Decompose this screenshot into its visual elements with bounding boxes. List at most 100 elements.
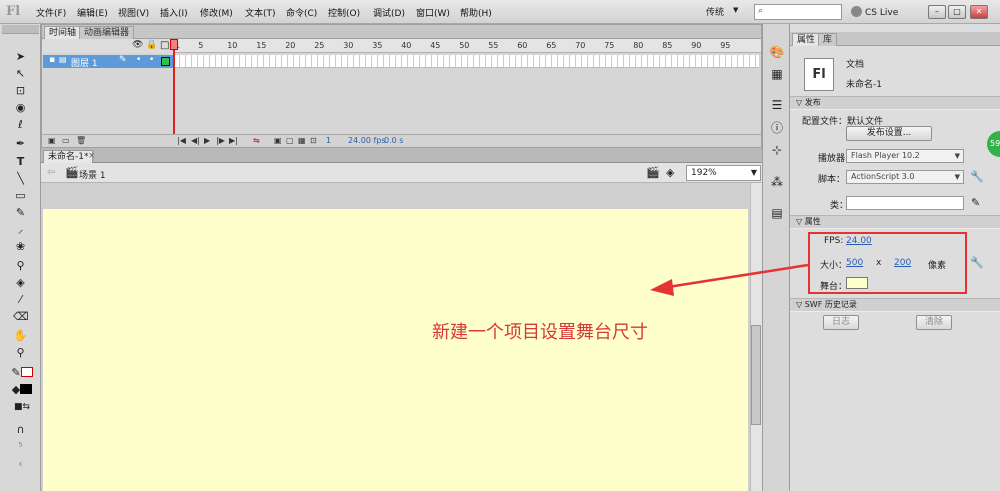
chevron-down-icon[interactable]: ▼	[733, 6, 738, 14]
onion-markers-icon[interactable]: ⊡	[310, 136, 317, 145]
outline-icon[interactable]: □	[160, 40, 169, 51]
motion-presets-icon[interactable]: ▤	[769, 205, 785, 221]
publish-settings-button[interactable]: 发布设置...	[846, 126, 932, 141]
pencil-icon[interactable]: ✎	[971, 196, 980, 209]
paint-bucket-icon[interactable]: ◈	[13, 275, 28, 290]
close-button[interactable]: ✕	[970, 5, 988, 19]
smooth-icon[interactable]: ⁵	[13, 439, 28, 454]
menu-insert[interactable]: 插入(I)	[160, 6, 188, 19]
rectangle-tool-icon[interactable]: ▭	[13, 188, 28, 203]
menu-help[interactable]: 帮助(H)	[460, 6, 492, 19]
eye-icon[interactable]: 👁	[132, 40, 143, 50]
tab-timeline[interactable]: 时间轴	[44, 26, 82, 39]
straighten-icon[interactable]: ‹	[13, 456, 28, 471]
new-layer-icon[interactable]: ▣	[48, 136, 56, 145]
back-arrow-icon[interactable]: ⇦	[47, 167, 55, 178]
player-select[interactable]: Flash Player 10.2 ▼	[846, 149, 964, 163]
section-properties[interactable]: ▽ 属性	[790, 215, 1000, 229]
menu-modify[interactable]: 修改(M)	[200, 6, 233, 19]
layer-row[interactable]: ▪ ▤ 图层 1 ✎ • •	[43, 55, 174, 69]
free-transform-icon[interactable]: ⊡	[13, 83, 28, 98]
eyedropper-icon[interactable]: ⁄	[13, 292, 28, 307]
bone-tool-icon[interactable]: ⚲	[13, 258, 28, 273]
swap-colors-icon[interactable]: ■⇆	[10, 400, 34, 415]
menu-window[interactable]: 窗口(W)	[416, 6, 450, 19]
frame-ruler[interactable]: 15101520253035404550556065707580859095	[174, 39, 761, 53]
loop-icon[interactable]: ⇋	[253, 136, 260, 145]
onion-outline-icon[interactable]: ▢	[286, 136, 294, 145]
trash-icon[interactable]: 🗑	[76, 136, 86, 145]
zoom-tool-icon[interactable]: ⚲	[13, 345, 28, 360]
zoom-select[interactable]: 192% ▼	[686, 165, 761, 181]
menu-text[interactable]: 文本(T)	[245, 6, 276, 19]
menu-commands[interactable]: 命令(C)	[286, 6, 317, 19]
clear-button[interactable]: 清除	[916, 315, 952, 330]
prev-frame-icon[interactable]: ◀|	[191, 136, 200, 145]
swatches-panel-icon[interactable]: ▦	[769, 66, 785, 82]
visibility-dot[interactable]: •	[136, 55, 141, 65]
maximize-button[interactable]: □	[948, 5, 966, 19]
wrench-icon[interactable]: 🔧	[970, 256, 984, 269]
align-panel-icon[interactable]: ☰	[769, 97, 785, 113]
edit-scene-icon[interactable]: 🎬	[646, 166, 660, 179]
onion-skin-icon[interactable]: ▣	[274, 136, 282, 145]
tab-properties[interactable]: 属性	[792, 33, 821, 46]
edit-symbol-icon[interactable]: ◈	[666, 166, 674, 179]
stage[interactable]	[43, 209, 748, 491]
frame-cells[interactable]	[174, 55, 759, 68]
tab-library[interactable]: 库	[818, 33, 838, 46]
eraser-tool-icon[interactable]: ⌫	[13, 309, 29, 324]
minimize-button[interactable]: –	[928, 5, 946, 19]
workspace-switcher[interactable]: 传统	[706, 5, 724, 18]
scrollbar-thumb[interactable]	[751, 325, 761, 425]
log-button[interactable]: 日志	[823, 315, 859, 330]
components-panel-icon[interactable]: ⁂	[769, 174, 785, 190]
section-publish[interactable]: ▽ 发布	[790, 96, 1000, 110]
next-frame-icon[interactable]: |▶	[216, 136, 225, 145]
document-tab[interactable]: 未命名-1* ×	[43, 150, 96, 163]
snap-magnet-icon[interactable]: ∩	[13, 422, 28, 437]
search-input[interactable]: ⌕	[754, 4, 842, 20]
playhead-handle[interactable]	[170, 39, 178, 50]
tab-motion-editor[interactable]: 动画编辑器	[79, 26, 135, 39]
wrench-icon[interactable]: 🔧	[970, 170, 984, 183]
lasso-tool-icon[interactable]: ℓ	[13, 117, 28, 132]
current-frame[interactable]: 1	[326, 136, 331, 145]
close-icon[interactable]: ×	[88, 150, 96, 162]
color-panel-icon[interactable]: 🎨	[769, 44, 785, 60]
deco-tool-icon[interactable]: ❀	[13, 239, 28, 254]
pen-tool-icon[interactable]: ✒	[13, 136, 28, 151]
lock-icon[interactable]: 🔒	[146, 40, 157, 50]
panel-grip[interactable]	[2, 25, 39, 34]
menu-edit[interactable]: 编辑(E)	[77, 6, 108, 19]
scene-label[interactable]: 场景 1	[79, 168, 106, 181]
hand-tool-icon[interactable]: ✋	[13, 328, 28, 343]
3d-rotation-icon[interactable]: ◉	[13, 100, 28, 115]
fill-color-icon[interactable]: ◆	[8, 382, 36, 397]
outline-color-swatch[interactable]	[161, 57, 170, 66]
menu-file[interactable]: 文件(F)	[36, 6, 66, 19]
frame-rate[interactable]: 24.00 fps	[348, 136, 386, 145]
cs-live-button[interactable]: CS Live	[851, 6, 898, 18]
menu-view[interactable]: 视图(V)	[118, 6, 149, 19]
class-input[interactable]	[846, 196, 964, 210]
selection-tool-icon[interactable]: ➤	[13, 49, 28, 64]
play-icon[interactable]: ▶	[204, 136, 210, 145]
stroke-color-icon[interactable]: ✎	[8, 365, 36, 380]
script-select[interactable]: ActionScript 3.0 ▼	[846, 170, 964, 184]
text-tool-icon[interactable]: T	[13, 154, 28, 169]
edit-multiple-icon[interactable]: ▦	[298, 136, 306, 145]
menu-debug[interactable]: 调试(D)	[373, 6, 405, 19]
first-frame-icon[interactable]: |◀	[177, 136, 186, 145]
transform-panel-icon[interactable]: ⊹	[769, 142, 785, 158]
brush-tool-icon[interactable]: ⸝	[13, 222, 28, 237]
subselection-tool-icon[interactable]: ↖	[13, 66, 28, 81]
new-folder-icon[interactable]: ▭	[62, 136, 70, 145]
section-swf-history[interactable]: ▽ SWF 历史记录	[790, 298, 1000, 312]
menu-control[interactable]: 控制(O)	[328, 6, 360, 19]
info-panel-icon[interactable]: ⓘ	[769, 120, 785, 136]
lock-dot[interactable]: •	[149, 55, 154, 65]
pencil-tool-icon[interactable]: ✎	[13, 205, 28, 220]
line-tool-icon[interactable]: ╲	[13, 171, 28, 186]
last-frame-icon[interactable]: ▶|	[229, 136, 238, 145]
